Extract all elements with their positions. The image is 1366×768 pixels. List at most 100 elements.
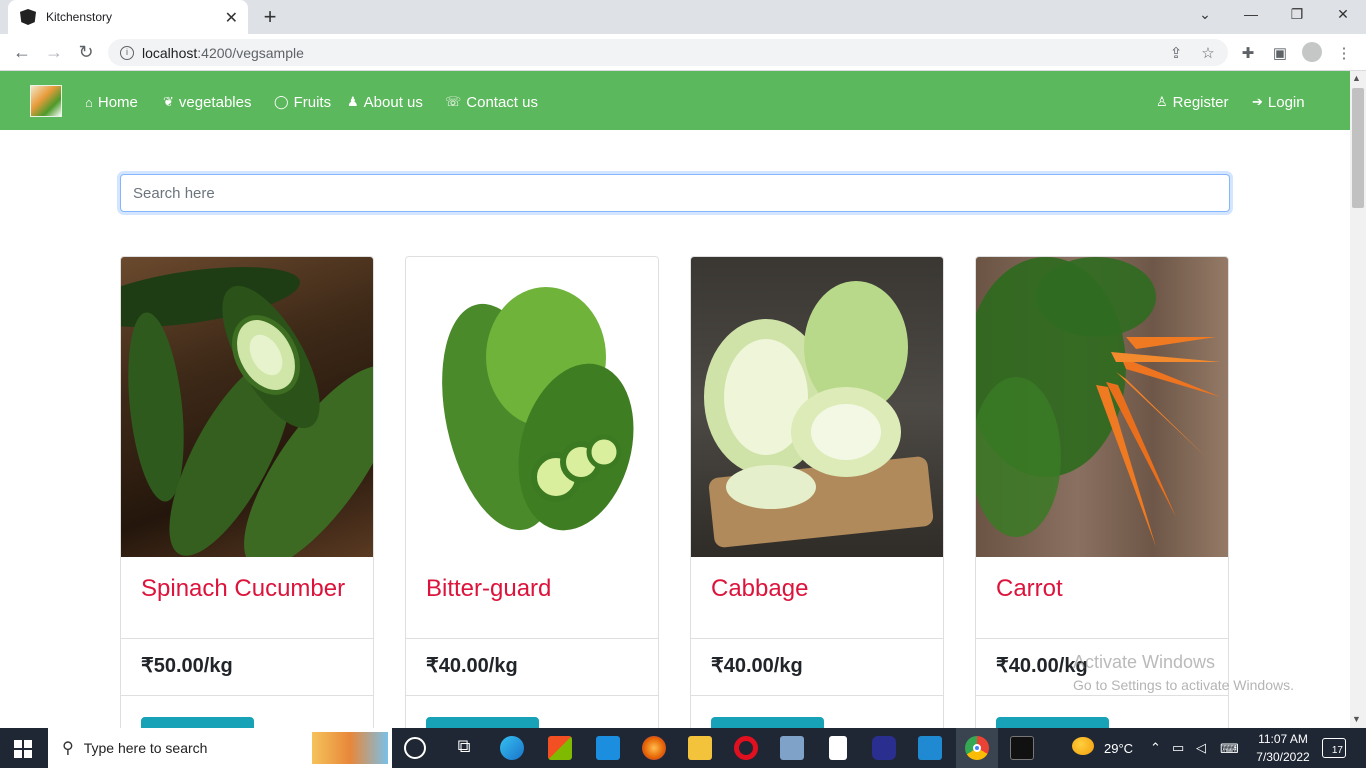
nav-home-link[interactable]: ⌂ Home: [85, 92, 138, 112]
search-icon: ⚲: [62, 740, 74, 757]
network-icon[interactable]: ▭: [1172, 740, 1184, 756]
nav-link-label: Home: [97, 93, 138, 111]
angular-favicon-icon: [20, 9, 36, 25]
phone-icon: ☏: [445, 94, 462, 109]
product-name: Spinach Cucumber: [141, 575, 346, 602]
share-icon[interactable]: ⇪: [1166, 44, 1186, 62]
profile-avatar[interactable]: [1302, 42, 1322, 62]
weather-temperature: 29°C: [1104, 741, 1134, 756]
store-icon[interactable]: [548, 736, 572, 760]
chrome-taskbar-active[interactable]: [956, 728, 998, 768]
url-path: :4200/vegsample: [197, 44, 304, 61]
product-name: Cabbage: [711, 575, 809, 602]
url-host: localhost: [142, 44, 198, 61]
remote-desktop-icon[interactable]: [780, 736, 804, 760]
card-divider: [691, 638, 943, 639]
edge-icon[interactable]: [500, 736, 524, 760]
nav-register-link[interactable]: ♙ Register: [1156, 92, 1229, 112]
cucumber-image: [121, 257, 373, 569]
scroll-down-arrow-icon[interactable]: ▼: [1352, 714, 1361, 724]
home-icon: ⌂: [85, 94, 93, 110]
tab-title: Kitchenstory: [46, 10, 113, 24]
card-divider: [406, 638, 658, 639]
card-divider: [406, 695, 658, 696]
nav-contact-link[interactable]: ☏ Contact us: [445, 92, 538, 112]
sign-in-icon: ➔: [1252, 94, 1263, 109]
taskbar-time[interactable]: 11:07 AM: [1256, 732, 1310, 746]
product-price: ₹40.00/kg: [711, 655, 803, 677]
leaf-icon: ❦: [163, 94, 174, 109]
address-bar[interactable]: i localhost:4200/vegsample: [108, 39, 1228, 66]
webex-icon[interactable]: [872, 736, 896, 760]
nav-link-label: About us: [363, 93, 423, 111]
taskbar-search-box[interactable]: ⚲ Type here to search: [48, 728, 392, 768]
card-divider: [121, 695, 373, 696]
side-panel-icon[interactable]: ▣: [1270, 44, 1290, 62]
card-divider: [691, 695, 943, 696]
nav-vegetables-link[interactable]: ❦ vegetables: [163, 92, 251, 112]
nav-fruits-link[interactable]: ◯ Fruits: [274, 92, 331, 112]
back-button[interactable]: ←: [12, 42, 32, 63]
close-window-button[interactable]: ✕: [1328, 6, 1358, 23]
browser-tab[interactable]: Kitchenstory ✕: [8, 0, 248, 34]
task-view-icon[interactable]: ⧉: [452, 736, 476, 760]
weather-icon[interactable]: [1072, 737, 1094, 755]
activate-windows-subtitle: Go to Settings to activate Windows.: [1073, 677, 1294, 693]
bookmark-star-icon[interactable]: ☆: [1198, 44, 1218, 62]
card-divider: [976, 695, 1228, 696]
firefox-icon[interactable]: [642, 736, 666, 760]
notepad-icon[interactable]: [829, 736, 847, 760]
activate-windows-title: Activate Windows: [1073, 652, 1216, 672]
mail-icon[interactable]: [596, 736, 620, 760]
lemon-icon: ◯: [274, 94, 289, 109]
file-explorer-icon[interactable]: [688, 736, 712, 760]
notification-count: 17: [1331, 745, 1343, 756]
product-card: Cabbage ₹40.00/kg: [690, 256, 944, 736]
new-tab-button[interactable]: +: [258, 4, 282, 30]
vscode-icon[interactable]: [918, 736, 942, 760]
card-divider: [121, 638, 373, 639]
tab-close-icon[interactable]: ✕: [225, 8, 238, 28]
carrot-image: [976, 257, 1228, 557]
cortana-icon[interactable]: [404, 737, 426, 759]
search-input[interactable]: [120, 174, 1230, 212]
keyboard-icon[interactable]: ⌨: [1220, 741, 1239, 757]
minimize-button[interactable]: —: [1236, 6, 1266, 22]
taskbar-search-placeholder: Type here to search: [83, 740, 208, 756]
scroll-up-arrow-icon[interactable]: ▲: [1352, 73, 1361, 83]
restore-button[interactable]: ❐: [1282, 6, 1312, 23]
taskbar-date[interactable]: 7/30/2022: [1254, 750, 1312, 764]
product-name: Bitter-guard: [426, 575, 552, 602]
chrome-icon-center: [973, 744, 981, 752]
reload-button[interactable]: ↻: [76, 42, 96, 63]
forward-button[interactable]: →: [44, 42, 64, 63]
nav-link-label: Login: [1267, 93, 1305, 111]
site-info-icon[interactable]: i: [120, 45, 134, 60]
opera-icon[interactable]: [734, 736, 758, 760]
cabbage-image: [691, 257, 943, 557]
nav-about-link[interactable]: ♟ About us: [347, 92, 423, 112]
search-highlight-image: [312, 732, 388, 764]
product-card: Bitter-guard ₹40.00/kg: [405, 256, 659, 736]
chrome-menu-icon[interactable]: ⋮: [1334, 44, 1354, 62]
extensions-icon[interactable]: ✚: [1238, 44, 1258, 62]
product-name: Carrot: [996, 575, 1063, 602]
tab-search-chevron-icon[interactable]: ⌄: [1190, 6, 1220, 23]
notification-center-icon[interactable]: 17: [1322, 738, 1346, 758]
nav-link-label: Contact us: [466, 93, 538, 111]
nav-link-label: vegetables: [178, 93, 252, 111]
card-divider: [976, 638, 1228, 639]
product-price: ₹50.00/kg: [141, 655, 233, 677]
tray-chevron-icon[interactable]: ⌃: [1150, 740, 1161, 756]
nav-login-link[interactable]: ➔ Login: [1252, 92, 1305, 112]
windows-start-icon[interactable]: [14, 740, 32, 758]
volume-icon[interactable]: ◁: [1196, 740, 1206, 756]
product-card: Spinach Cucumber ₹50.00/kg: [120, 256, 374, 736]
scrollbar-thumb[interactable]: [1352, 88, 1364, 208]
product-price: ₹40.00/kg: [426, 655, 518, 677]
site-logo[interactable]: [30, 85, 62, 117]
terminal-icon[interactable]: [1010, 736, 1034, 760]
bitter-gourd-image: [406, 257, 658, 557]
nav-link-label: Register: [1172, 93, 1229, 111]
user-plus-icon: ♙: [1156, 94, 1168, 109]
